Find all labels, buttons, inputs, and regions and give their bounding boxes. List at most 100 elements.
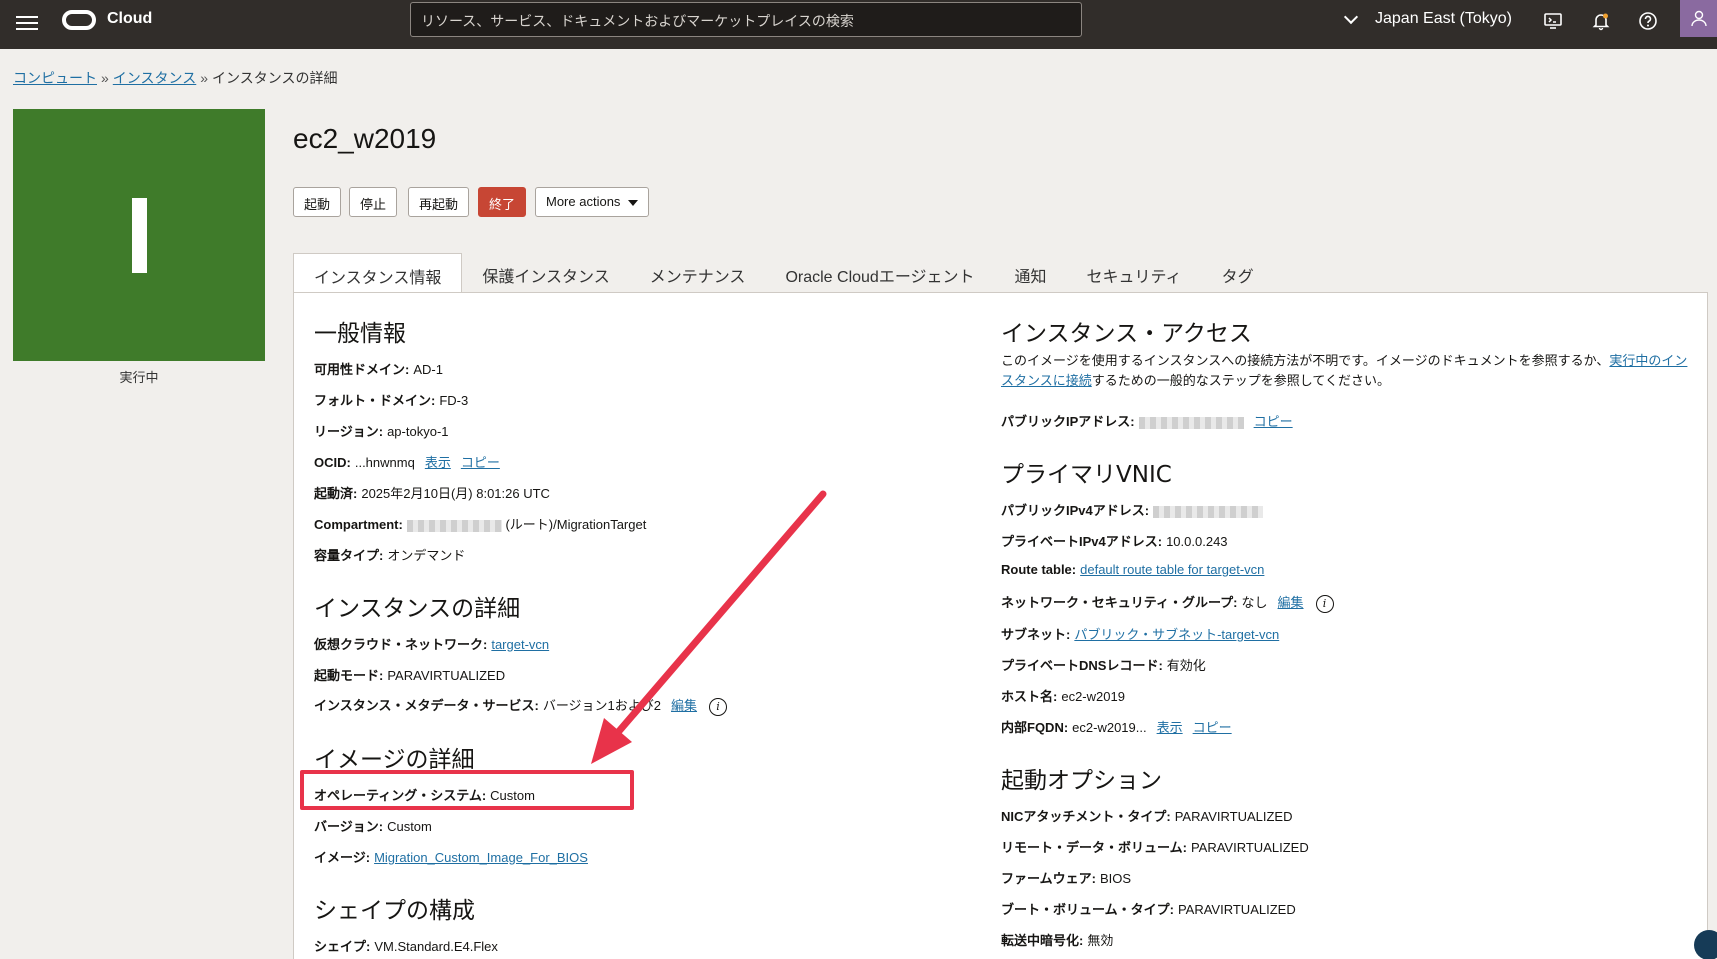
help-icon[interactable] [1638,11,1658,31]
access-text-post: するための一般的なステップを参照してください。 [1091,373,1390,388]
row-nsg: ネットワーク・セキュリティ・グループ: なし 編集 i [1001,592,1334,613]
value: PARAVIRTUALIZED [1177,902,1296,917]
value: 2025年2月10日(月) 8:01:26 UTC [361,486,550,501]
info-icon[interactable]: i [709,698,728,716]
row-nic-attachment: NICアタッチメント・タイプ: PARAVIRTUALIZED [1001,806,1292,825]
user-icon [1691,10,1707,27]
masked-value [1153,505,1264,518]
value: オンデマンド [387,548,466,563]
label: リージョン: [314,424,384,439]
section-instance-details-title: インスタンスの詳細 [314,596,521,622]
row-imds: インスタンス・メタデータ・サービス: バージョン1および2 編集 i [314,695,728,716]
tab-protected-instances[interactable]: 保護インスタンス [482,253,609,293]
value: FD-3 [439,393,469,408]
menu-icon[interactable] [16,12,38,34]
tab-oracle-cloud-agent[interactable]: Oracle Cloudエージェント [785,253,974,293]
breadcrumb-separator: » [101,70,109,86]
start-button[interactable]: 起動 [293,187,342,217]
image-link[interactable]: Migration_Custom_Image_For_BIOS [374,850,588,865]
more-actions-button[interactable]: More actions [535,187,650,217]
tab-tags[interactable]: タグ [1222,253,1254,293]
fqdn-copy-link[interactable]: コピー [1193,720,1232,735]
row-private-dns: プライベートDNSレコード: 有効化 [1001,655,1206,674]
bell-icon[interactable] [1591,11,1611,31]
route-table-link[interactable]: default route table for target-vcn [1080,562,1264,577]
tab-notifications[interactable]: 通知 [1015,253,1047,293]
label: プライベートIPv4アドレス: [1001,534,1163,549]
value: ap-tokyo-1 [387,424,449,439]
section-shape-title: シェイプの構成 [314,898,475,924]
ocid-copy-link[interactable]: コピー [461,455,500,470]
label: インスタンス・メタデータ・サービス: [314,698,539,713]
value: AD-1 [413,362,443,377]
top-bar: Cloud リソース、サービス、ドキュメントおよびマーケットプレイスの検索 Ja… [0,0,1717,49]
row-fault-domain: フォルト・ドメイン: FD-3 [314,390,468,409]
label: 仮想クラウド・ネットワーク: [314,637,488,652]
label: ブート・ボリューム・タイプ: [1001,902,1174,917]
reboot-button[interactable]: 再起動 [408,187,470,217]
access-text-pre: このイメージを使用するインスタンスへの接続方法が不明です。イメージのドキュメント… [1001,353,1610,368]
instance-tile [13,109,265,361]
stop-button[interactable]: 停止 [349,187,398,217]
terminate-button[interactable]: 終了 [478,187,527,217]
tab-maintenance[interactable]: メンテナンス [650,253,746,293]
label: Route table: [1001,562,1077,577]
section-launch-options-title: 起動オプション [1001,768,1162,794]
masked-value [406,519,502,532]
imds-edit-link[interactable]: 編集 [671,698,697,713]
access-description: このイメージを使用するインスタンスへの接続方法が不明です。イメージのドキュメント… [1001,351,1691,391]
section-access-title: インスタンス・アクセス [1001,321,1252,347]
section-image-details-title: イメージの詳細 [314,747,475,773]
oracle-logo-icon[interactable] [62,10,96,30]
region-selector[interactable]: Japan East (Tokyo) [1375,10,1512,28]
masked-value [1138,416,1244,429]
breadcrumb-instances[interactable]: インスタンス [113,70,196,86]
row-launched: 起動済: 2025年2月10日(月) 8:01:26 UTC [314,483,550,502]
value: 有効化 [1166,658,1206,673]
value: PARAVIRTUALIZED [1190,840,1309,855]
label: OCID: [314,455,351,470]
row-in-transit-encryption: 転送中暗号化: 無効 [1001,930,1113,949]
tab-security[interactable]: セキュリティ [1087,253,1182,293]
public-ip-copy-link[interactable]: コピー [1254,414,1293,429]
instance-state: 実行中 [119,371,159,386]
label: イメージ: [314,850,371,865]
brand-name[interactable]: Cloud [107,10,152,28]
label: シェイプ: [314,939,371,954]
chevron-down-icon[interactable] [1343,9,1359,25]
value: 無効 [1087,933,1114,948]
value: (ルート)/MigrationTarget [505,517,647,532]
caret-down-icon [628,199,639,206]
section-vnic-title: プライマリVNIC [1001,462,1172,488]
subnet-link[interactable]: パブリック・サブネット-target-vcn [1074,627,1279,642]
search-input[interactable]: リソース、サービス、ドキュメントおよびマーケットプレイスの検索 [410,2,1082,37]
tab-bar: インスタンス情報 保護インスタンス メンテナンス Oracle Cloudエージ… [293,253,1294,294]
nsg-edit-link[interactable]: 編集 [1278,595,1304,610]
tab-instance-info[interactable]: インスタンス情報 [293,253,463,294]
label: 可用性ドメイン: [314,362,410,377]
more-actions-label: More actions [546,194,621,209]
row-internal-fqdn: 内部FQDN: ec2-w2019... 表示 コピー [1001,717,1232,736]
breadcrumb-separator: » [200,70,209,86]
value: バージョン1および2 [542,698,662,713]
cloud-shell-icon[interactable] [1543,11,1563,31]
label: 起動済: [314,486,358,501]
label: フォルト・ドメイン: [314,393,436,408]
row-public-ipv4: パブリックIPv4アドレス: [1001,500,1264,519]
label: ネットワーク・セキュリティ・グループ: [1001,595,1238,610]
value: VM.Standard.E4.Flex [374,939,498,954]
fqdn-show-link[interactable]: 表示 [1157,720,1183,735]
user-avatar[interactable] [1680,0,1717,37]
ocid-show-link[interactable]: 表示 [425,455,451,470]
vcn-link[interactable]: target-vcn [491,637,549,652]
row-vcn: 仮想クラウド・ネットワーク: target-vcn [314,634,549,653]
info-icon[interactable]: i [1315,595,1334,613]
label: サブネット: [1001,627,1071,642]
label: 起動モード: [314,668,384,683]
label: ホスト名: [1001,689,1058,704]
breadcrumb-compute[interactable]: コンピュート [13,70,97,86]
feedback-icon[interactable] [1694,930,1717,959]
value: なし [1241,595,1268,610]
row-compartment: Compartment: (ルート)/MigrationTarget [314,514,646,533]
label: NICアタッチメント・タイプ: [1001,809,1171,824]
